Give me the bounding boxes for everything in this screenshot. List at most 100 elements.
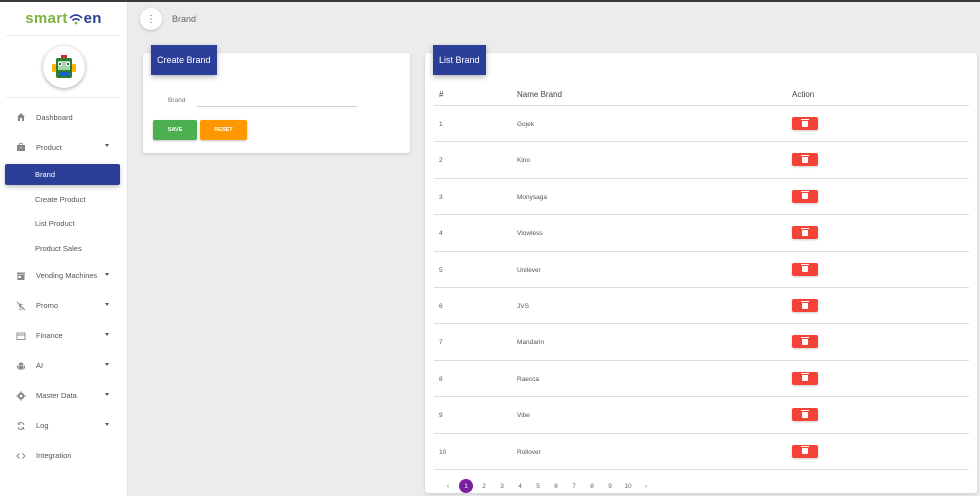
topbar: ⋮ Brand xyxy=(140,8,196,30)
briefcase-icon xyxy=(16,142,26,152)
sidebar-item-finance[interactable]: Finance xyxy=(0,321,127,351)
delete-button[interactable] xyxy=(792,189,818,203)
sidebar-item-dashboard[interactable]: Dashboard xyxy=(0,102,127,132)
table-row: 10 Rollover xyxy=(434,434,969,470)
row-number: 1 xyxy=(439,121,443,128)
row-brand-name: Unilever xyxy=(517,266,541,274)
create-brand-card: Create Brand Brand SAVE RESET xyxy=(143,45,410,153)
row-brand-name: Vibe xyxy=(517,412,530,420)
sidebar-subitem-brand[interactable]: Brand xyxy=(5,164,120,185)
pagination-page[interactable]: 6 xyxy=(547,483,565,490)
chevron-down-icon xyxy=(105,272,109,276)
delete-button[interactable] xyxy=(792,117,818,130)
avatar[interactable] xyxy=(42,45,85,88)
sidebar-item-label: Product xyxy=(36,142,62,152)
sidebar-subitem-list-product[interactable]: List Product xyxy=(0,212,127,237)
android-icon xyxy=(16,361,26,371)
sidebar-item-label: Finance xyxy=(36,331,63,340)
row-number: 4 xyxy=(439,230,443,238)
row-brand-name: JVS xyxy=(517,303,529,310)
window-top-border xyxy=(0,0,980,2)
row-brand-name: Kino xyxy=(517,157,531,165)
brand-field-label: Brand xyxy=(168,97,186,104)
delete-button[interactable] xyxy=(792,262,818,276)
logo-text-smart: smart xyxy=(25,10,68,27)
sidebar-subitem-create-product[interactable]: Create Product xyxy=(0,187,127,212)
wallet-icon xyxy=(16,331,26,341)
trash-icon xyxy=(801,336,809,345)
reset-button[interactable]: RESET xyxy=(200,120,247,140)
row-number: 7 xyxy=(439,339,443,347)
logo-text-en: en xyxy=(83,10,102,27)
sidebar-item-master-data[interactable]: Master Data xyxy=(0,381,127,411)
row-number: 9 xyxy=(439,412,443,420)
list-brand-card: List Brand # Name Brand Action 1 Gojek 2… xyxy=(425,45,977,493)
delete-button[interactable] xyxy=(792,408,818,422)
trash-icon xyxy=(801,409,809,418)
sidebar-subitem-product-sales[interactable]: Product Sales xyxy=(0,236,127,261)
store-icon xyxy=(16,271,26,281)
save-button[interactable]: SAVE xyxy=(153,120,197,140)
chevron-down-icon xyxy=(105,392,109,396)
sidebar-item-integration[interactable]: Integration xyxy=(0,441,127,471)
trash-icon xyxy=(801,373,809,382)
table-row: 5 Unilever xyxy=(434,252,969,288)
sidebar-item-vending-machines[interactable]: Vending Machines xyxy=(0,261,127,291)
avatar-container xyxy=(6,36,121,98)
pagination-page[interactable]: 5 xyxy=(529,483,547,490)
column-header-name: Name Brand xyxy=(517,90,562,99)
pagination-prev[interactable]: ‹ xyxy=(439,483,457,490)
table-header: # Name Brand Action xyxy=(434,83,969,106)
row-number: 8 xyxy=(439,375,443,383)
row-brand-name: Gojek xyxy=(517,121,534,128)
row-brand-name: Rollover xyxy=(517,448,541,456)
row-number: 10 xyxy=(439,448,447,456)
delete-button[interactable] xyxy=(792,226,818,240)
brand-input[interactable] xyxy=(197,89,357,107)
pagination: ‹ 1 2 3 4 5 6 7 8 9 10 › xyxy=(439,479,655,493)
pagination-page[interactable]: 3 xyxy=(493,483,511,490)
row-number: 3 xyxy=(439,193,443,201)
delete-button[interactable] xyxy=(792,371,818,385)
trash-icon xyxy=(801,191,809,200)
trash-icon xyxy=(801,264,809,273)
pagination-page[interactable]: 8 xyxy=(583,483,601,490)
sidebar-item-label: Promo xyxy=(36,301,59,310)
pagination-page[interactable]: 7 xyxy=(565,483,583,490)
table-row: 2 Kino xyxy=(434,142,969,179)
trash-icon xyxy=(801,154,809,163)
dollar-off-icon: $ xyxy=(16,301,26,311)
chevron-down-icon xyxy=(105,362,109,366)
sync-icon xyxy=(16,421,26,431)
pagination-page[interactable]: 4 xyxy=(511,483,529,490)
sidebar-item-label: Log xyxy=(36,421,49,430)
mascot-avatar-icon xyxy=(51,54,76,78)
sidebar-item-log[interactable]: Log xyxy=(0,411,127,441)
sidebar-item-label: Integration xyxy=(36,451,72,460)
row-brand-name: Mandarin xyxy=(517,339,545,347)
pagination-page-current[interactable]: 1 xyxy=(459,479,473,493)
row-brand-name: Monysaga xyxy=(517,193,547,201)
table-row: 1 Gojek xyxy=(434,106,969,143)
code-icon xyxy=(16,451,26,461)
pagination-page[interactable]: 2 xyxy=(475,483,493,490)
pagination-next[interactable]: › xyxy=(637,483,655,490)
sidebar-menu: Dashboard Product Brand Create Product L… xyxy=(0,98,127,471)
home-icon xyxy=(16,112,26,122)
trash-icon xyxy=(801,300,809,309)
delete-button[interactable] xyxy=(792,153,818,167)
more-vert-button[interactable]: ⋮ xyxy=(140,8,162,30)
app-logo[interactable]: smart en xyxy=(6,2,121,36)
delete-button[interactable] xyxy=(792,335,818,349)
delete-button[interactable] xyxy=(792,444,818,458)
table-row: 6 JVS xyxy=(434,288,969,325)
sidebar-item-ai[interactable]: AI xyxy=(0,351,127,381)
gear-icon xyxy=(16,391,26,401)
list-brand-title: List Brand xyxy=(433,45,486,75)
pagination-page[interactable]: 10 xyxy=(619,483,637,490)
sidebar-item-product[interactable]: Product xyxy=(0,132,127,162)
pagination-page[interactable]: 9 xyxy=(601,483,619,490)
trash-icon xyxy=(801,446,809,455)
sidebar-item-promo[interactable]: $ Promo xyxy=(0,291,127,321)
delete-button[interactable] xyxy=(792,299,818,312)
